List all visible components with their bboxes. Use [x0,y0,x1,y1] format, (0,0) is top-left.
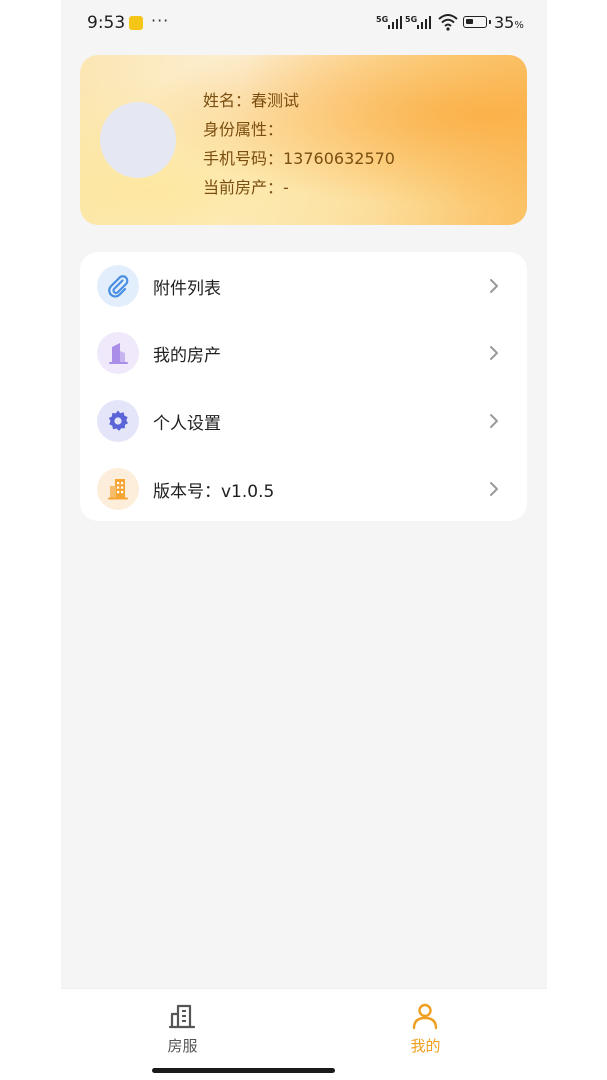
profile-phone: 手机号码：13760632570 [203,149,395,168]
profile-name: 姓名：春测试 [203,91,300,110]
phone-screen: 9:53 ··· 5G 5G 35% 姓名：春测试 身份属性： 手机号码：137… [61,0,547,1080]
signal-icon-2 [417,16,433,29]
chevron-right-icon [490,346,498,360]
tab-label: 我的 [410,1037,441,1055]
menu-item-attachments[interactable]: 附件列表 [80,254,527,316]
paperclip-icon [97,265,139,307]
profile-card: 姓名：春测试 身份属性： 手机号码：13760632570 当前房产：- [80,55,527,225]
user-icon [412,1003,438,1030]
network-type-label-1: 5G [376,15,389,24]
status-bar: 9:53 ··· 5G 5G 35% [61,0,547,48]
tab-label: 房服 [167,1037,198,1055]
tab-housing-service[interactable]: 房服 [61,989,304,1069]
chevron-right-icon [490,279,498,293]
office-icon [97,468,139,510]
menu-item-version[interactable]: 版本号：v1.0.5 [80,457,527,519]
menu-item-personal-settings[interactable]: 个人设置 [80,389,527,451]
network-type-label-2: 5G [405,15,418,24]
more-notifications-icon: ··· [151,11,170,30]
building-icon [97,332,139,374]
building-icon [168,1004,196,1029]
home-indicator[interactable] [152,1068,335,1073]
menu-card: 附件列表 我的房产 个人设置 版本号：v1.0.5 [80,252,527,521]
menu-item-label: 我的房产 [153,346,221,366]
bottom-tab-bar: 房服 我的 [61,988,547,1080]
wifi-icon [438,14,458,31]
notification-app-icon [129,16,143,30]
chevron-right-icon [490,482,498,496]
menu-item-label: 个人设置 [153,414,221,434]
gear-icon [97,400,139,442]
menu-item-label: 附件列表 [153,279,221,299]
signal-icon-1 [388,16,404,29]
status-time: 9:53 [87,13,126,33]
menu-item-label: 版本号：v1.0.5 [153,482,275,502]
profile-identity: 身份属性： [203,120,284,139]
battery-icon [463,16,491,28]
battery-percentage: 35% [494,13,524,32]
chevron-right-icon [490,414,498,428]
tab-mine[interactable]: 我的 [304,989,547,1069]
menu-item-my-property[interactable]: 我的房产 [80,321,527,383]
profile-current-property: 当前房产：- [203,178,289,197]
avatar[interactable] [100,102,176,178]
